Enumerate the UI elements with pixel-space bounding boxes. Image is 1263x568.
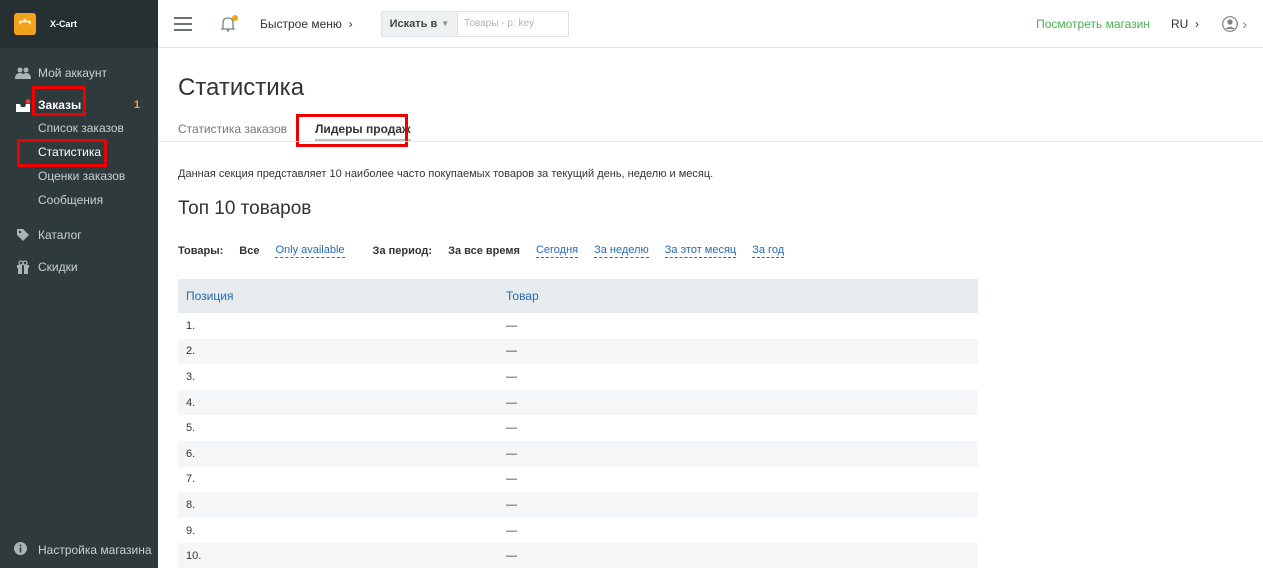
sidebar-item-discounts[interactable]: Скидки (0, 256, 158, 278)
period-filter-label: За период: (372, 245, 433, 257)
product-cell: — (498, 543, 978, 568)
user-menu[interactable]: › (1222, 16, 1247, 32)
sidebar-item-store-settings[interactable]: Настройка магазина (14, 542, 152, 558)
sidebar-item-label: Скидки (38, 260, 78, 274)
bell-icon[interactable] (220, 14, 238, 32)
xcart-logo-icon[interactable]: 宀 (14, 13, 36, 35)
search-scope-dropdown[interactable]: Искать в ▼ (381, 11, 459, 36)
table-row: 2. — (178, 338, 978, 365)
position-cell: 10. (178, 543, 498, 568)
view-store-link[interactable]: Посмотреть магазин (1036, 17, 1150, 31)
table-row: 3. — (178, 364, 978, 390)
sidebar-item-my-account[interactable]: Мой аккаунт (0, 62, 158, 84)
product-cell: — (498, 440, 978, 467)
filter-period-week[interactable]: За неделю (594, 244, 649, 258)
filters-bar: Товары: Все Only available За период: За… (178, 244, 800, 258)
sidebar-item-label: Мой аккаунт (38, 66, 107, 80)
page-title: Статистика (178, 74, 305, 101)
table-row: 10. — (178, 543, 978, 568)
table-row: 1. — (178, 313, 978, 339)
position-cell: 4. (178, 389, 498, 416)
tabs-divider (158, 141, 1263, 142)
table-row: 9. — (178, 518, 978, 544)
highlight-box-orders (32, 86, 86, 116)
sidebar-item-label: Настройка магазина (38, 543, 152, 557)
position-cell: 5. (186, 422, 196, 435)
quick-menu-label: Быстрое меню (260, 16, 342, 31)
caret-down-icon: ▼ (441, 19, 450, 28)
info-icon (14, 542, 32, 558)
search-box: Искать в ▼ (380, 10, 570, 37)
product-cell: — (506, 473, 517, 486)
product-cell: — (506, 319, 517, 332)
notification-dot (232, 14, 238, 21)
chevron-right-icon: › (1238, 15, 1247, 32)
table-row: 6. — (178, 440, 978, 467)
logo-text: X-Cart (50, 19, 78, 29)
top-bar: Быстрое меню › Искать в ▼ Посмотреть маг… (158, 0, 1263, 48)
column-header-product: Товар (498, 279, 978, 313)
position-cell: 6. (178, 440, 498, 467)
chevron-right-icon: › (1191, 16, 1199, 31)
position-cell: 1. (186, 319, 196, 332)
table-row: 7. — (178, 467, 978, 493)
product-cell: — (506, 524, 517, 537)
product-cell: — (506, 370, 517, 383)
hamburger-menu-icon[interactable] (174, 16, 192, 31)
gift-icon (14, 260, 32, 274)
position-cell: 8. (178, 492, 498, 518)
language-label: RU (1170, 16, 1189, 31)
position-cell: 3. (186, 370, 196, 383)
tab-order-statistics[interactable]: Статистика заказов (178, 122, 287, 142)
search-scope-label: Искать в (389, 17, 438, 30)
table-row: 5. — (178, 415, 978, 441)
user-avatar-icon (1222, 15, 1239, 32)
product-cell: — (498, 389, 978, 416)
table-header-row: Позиция Товар (178, 279, 978, 313)
highlight-box-top-sellers (296, 114, 408, 147)
product-cell: — (506, 422, 517, 435)
filter-period-month[interactable]: За этот месяц (664, 244, 737, 258)
position-cell: 9. (186, 524, 196, 537)
highlight-box-statistics (17, 139, 107, 167)
column-header-position: Позиция (178, 279, 498, 313)
section-description: Данная секция представляет 10 наиболее ч… (178, 168, 714, 180)
filter-period-today[interactable]: Сегодня (535, 244, 579, 258)
filter-period-all-time[interactable]: За все время (448, 245, 520, 258)
product-cell: — (498, 492, 978, 518)
sidebar-item-label: Каталог (38, 228, 82, 242)
product-cell: — (498, 338, 978, 365)
products-filter-label: Товары: (178, 245, 224, 257)
sidebar: 宀 X-Cart Мой аккаунт Заказы 1 Список зак… (0, 0, 158, 568)
sidebar-subitem-messages[interactable]: Сообщения (0, 188, 158, 212)
users-icon (14, 66, 32, 80)
top-products-heading: Топ 10 товаров (178, 198, 312, 219)
inbox-icon (14, 98, 32, 112)
chevron-right-icon: › (345, 16, 353, 31)
quick-menu-button[interactable]: Быстрое меню › (260, 17, 353, 31)
filter-products-all[interactable]: Все (239, 245, 259, 258)
sidebar-subitem-order-ratings[interactable]: Оценки заказов (0, 164, 158, 188)
filter-products-only-available[interactable]: Only available (275, 244, 345, 258)
table-row: 8. — (178, 492, 978, 518)
tag-icon (14, 228, 32, 242)
position-cell: 2. (178, 338, 498, 365)
logo-bar: 宀 X-Cart (0, 0, 158, 48)
filter-period-year[interactable]: За год (752, 244, 785, 258)
sidebar-item-catalog[interactable]: Каталог (0, 224, 158, 246)
sidebar-subitem-order-list[interactable]: Список заказов (0, 116, 158, 140)
table-row: 4. — (178, 389, 978, 416)
search-input[interactable] (458, 11, 569, 36)
top-products-table: Позиция Товар 1. — 2. — 3. — 4. — 5. — 6. — 7.… (178, 279, 978, 568)
language-selector[interactable]: RU › (1171, 17, 1199, 31)
orders-count-badge: 1 (133, 99, 140, 111)
main-content: Статистика Статистика заказов Лидеры про… (158, 48, 1263, 568)
position-cell: 7. (186, 473, 196, 486)
